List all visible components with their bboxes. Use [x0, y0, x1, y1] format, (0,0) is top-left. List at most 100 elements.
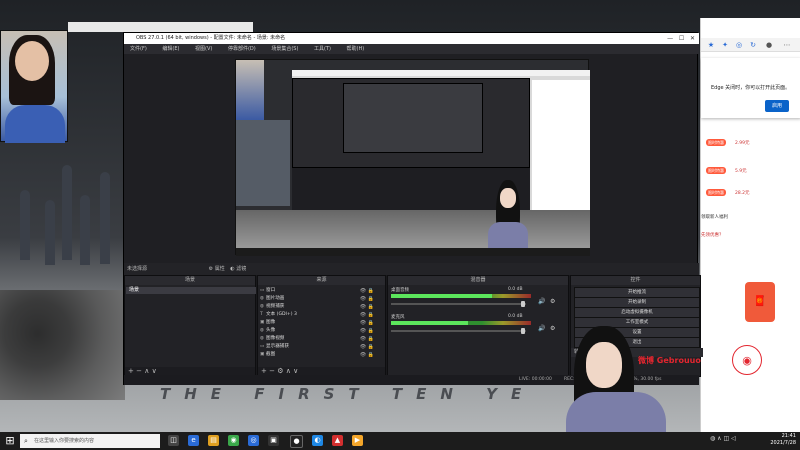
preview-webcam — [236, 60, 264, 120]
source-name: 头像 — [266, 328, 276, 333]
volume-slider[interactable] — [391, 301, 526, 307]
list-item[interactable]: 限时特惠 5.9元 — [701, 166, 800, 176]
more-icon[interactable]: ⋯ — [783, 41, 791, 49]
system-clock[interactable]: 21:41 2021/7/28 — [726, 433, 796, 449]
preview-canvas[interactable] — [235, 59, 590, 256]
webcam-feed — [0, 30, 68, 143]
clock-time: 21:41 — [781, 433, 796, 439]
edge-note[interactable]: 领取新人福利 — [701, 214, 800, 224]
weibo-logo-icon: ◉ — [732, 345, 762, 375]
add-icon[interactable]: + — [261, 367, 267, 375]
source-item[interactable]: ▭ 窗口 👁 🔒 — [260, 287, 380, 295]
task-view-icon[interactable]: ◫ — [168, 435, 179, 446]
no-source-label: 未选择源 — [127, 266, 148, 272]
source-name: 图片动画 — [266, 296, 285, 301]
remove-icon[interactable]: − — [269, 367, 275, 375]
chrome-app-icon[interactable]: ◉ — [228, 435, 239, 446]
windows-start-icon[interactable]: ⊞ — [4, 435, 16, 447]
source-item[interactable]: ◍ 图片动画 👁 🔒 — [260, 295, 380, 303]
store-app-icon[interactable]: ▣ — [268, 435, 279, 446]
speaker-icon[interactable]: 🔊 — [538, 298, 545, 305]
gear-icon[interactable]: ⚙ — [209, 266, 213, 272]
properties-button[interactable]: 属性 — [215, 266, 225, 272]
sources-dock-title: 来源 — [258, 276, 385, 285]
profile-icon[interactable]: ● — [765, 41, 773, 49]
source-item[interactable]: ▣ 图像 👁 🔒 — [260, 319, 380, 327]
speaker-icon[interactable]: 🔊 — [538, 325, 545, 332]
refresh-icon[interactable]: ↻ — [749, 41, 757, 49]
menu-tools[interactable]: 工具(T) — [314, 46, 331, 52]
gear-icon[interactable]: ⚙ — [550, 325, 555, 332]
visibility-icon[interactable]: 👁 🔒 — [360, 327, 374, 335]
menu-docks[interactable]: 停靠部件(D) — [228, 46, 256, 52]
price-label: 28.2元 — [735, 191, 750, 196]
mixer-dock-title: 混音器 — [388, 276, 568, 285]
window-title: OBS 27.0.1 (64 bit, windows) - 配置文件: 未命名… — [136, 35, 286, 41]
remove-icon[interactable]: − — [136, 367, 142, 375]
source-item[interactable]: ◍ 头像 👁 🔒 — [260, 327, 380, 335]
edge-popup-button[interactable]: 启用 — [765, 100, 789, 112]
collections-icon[interactable]: ◎ — [735, 41, 743, 49]
background-person — [100, 172, 110, 264]
visibility-icon[interactable]: 👁 🔒 — [360, 351, 374, 359]
menu-file[interactable]: 文件(F) — [130, 46, 147, 52]
move-down-icon[interactable]: ∨ — [152, 367, 157, 375]
app-icon[interactable]: ▶ — [352, 435, 363, 446]
move-up-icon[interactable]: ∧ — [144, 367, 149, 375]
minimize-icon[interactable]: — — [667, 35, 673, 42]
visibility-icon[interactable]: 👁 🔒 — [360, 343, 374, 351]
windows-taskbar: ⊞ ⌕ 在这里输入你要搜索的内容 ◫ e ▤ ◉ ◎ ▣ ● ◐ ▲ ▶ ◍ ∧… — [0, 432, 800, 450]
star-icon[interactable]: ★ — [707, 41, 715, 49]
move-up-icon[interactable]: ∧ — [286, 367, 291, 375]
app-icon[interactable]: ▲ — [332, 435, 343, 446]
visibility-icon[interactable]: 👁 🔒 — [360, 295, 374, 303]
app-icon[interactable]: ◐ — [312, 435, 323, 446]
list-item[interactable]: 限时特惠 28.2元 — [701, 188, 800, 198]
visibility-icon[interactable]: 👁 🔒 — [360, 287, 374, 295]
taskbar-search-box[interactable]: ⌕ 在这里输入你要搜索的内容 — [20, 434, 160, 448]
source-item[interactable]: ▣ 截图 👁 🔒 — [260, 351, 380, 359]
gear-icon[interactable]: ⚙ — [550, 298, 555, 305]
edge-popup: Edge 关闭时，你可以打开此页面。 启用 — [701, 58, 800, 118]
source-item[interactable]: ▭ 显示器捕获 👁 🔒 — [260, 343, 380, 351]
edge-app-icon[interactable]: e — [188, 435, 199, 446]
close-icon[interactable]: ✕ — [690, 35, 695, 42]
list-item[interactable]: 限时特惠 2.99元 — [701, 138, 800, 148]
add-icon[interactable]: + — [128, 367, 134, 375]
extensions-icon[interactable]: ✦ — [721, 41, 729, 49]
menu-scene-collection[interactable]: 场景集合(S) — [271, 46, 298, 52]
source-item[interactable]: ◍ 视频捕获 👁 🔒 — [260, 303, 380, 311]
background-person — [80, 195, 90, 265]
source-item[interactable]: ◍ 图像视频 👁 🔒 — [260, 335, 380, 343]
volume-slider[interactable] — [391, 328, 526, 334]
live-status: LIVE: 00:00:00 — [519, 377, 552, 382]
obs-app-icon[interactable]: ● — [290, 435, 303, 448]
source-item[interactable]: T 文本 (GDI+) 3 👁 🔒 — [260, 311, 380, 319]
source-name: 视频捕获 — [266, 304, 285, 309]
nested-obs-capture — [292, 78, 530, 168]
file-explorer-icon[interactable]: ▤ — [208, 435, 219, 446]
scene-item[interactable]: 场景 — [126, 287, 256, 294]
menu-view[interactable]: 视图(V) — [195, 46, 212, 52]
menu-edit[interactable]: 编辑(E) — [162, 46, 179, 52]
edge-note[interactable]: 先领优惠？ — [701, 232, 800, 242]
scenes-dock: 场景 场景 + − ∧ ∨ — [124, 275, 256, 377]
preview-group-photo — [236, 120, 290, 206]
tray-app-icon[interactable]: ◍ — [710, 435, 715, 442]
visibility-icon[interactable]: 👁 🔒 — [360, 311, 374, 319]
filters-button[interactable]: 滤镜 — [236, 266, 246, 272]
visibility-icon[interactable]: 👁 🔒 — [360, 303, 374, 311]
visibility-icon[interactable]: 👁 🔒 — [360, 335, 374, 343]
chevron-up-icon[interactable]: ∧ — [717, 435, 721, 442]
menu-help[interactable]: 帮助(H) — [347, 46, 365, 52]
maximize-icon[interactable]: ☐ — [679, 35, 684, 42]
clock-date: 2021/7/28 — [770, 440, 796, 446]
gear-icon[interactable]: ⚙ — [277, 367, 283, 375]
filter-icon[interactable]: ◐ — [230, 266, 234, 272]
browser-app-icon[interactable]: ◎ — [248, 435, 259, 446]
volume-meter — [391, 294, 531, 298]
floor-text: THE FIRST TEN YE — [160, 385, 536, 403]
move-down-icon[interactable]: ∨ — [293, 367, 298, 375]
red-packet-icon[interactable]: 🧧 — [745, 282, 775, 322]
visibility-icon[interactable]: 👁 🔒 — [360, 319, 374, 327]
